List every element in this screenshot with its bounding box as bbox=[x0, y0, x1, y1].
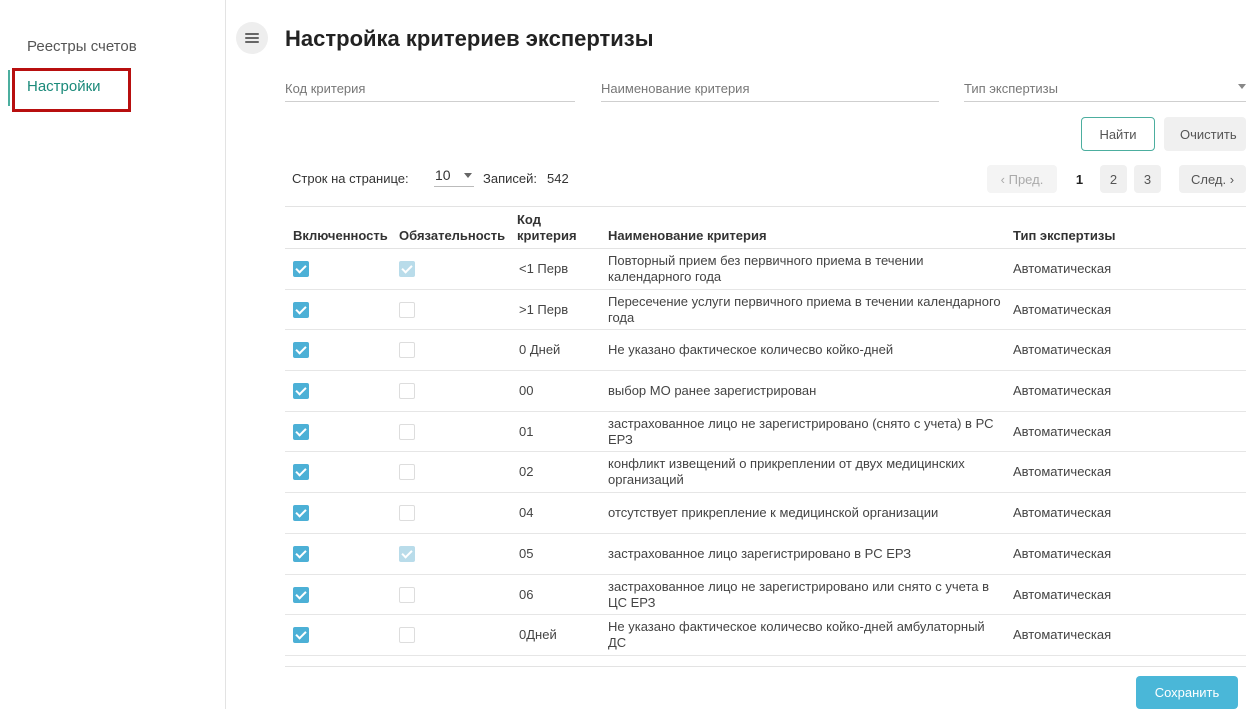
criterion-code-cell: 00 bbox=[519, 383, 534, 399]
hamburger-icon bbox=[245, 33, 259, 43]
enabled-checkbox[interactable] bbox=[293, 383, 309, 400]
criterion-name-cell: отсутствует прикрепление к медицинской о… bbox=[608, 505, 939, 521]
enabled-checkbox[interactable] bbox=[293, 261, 309, 277]
save-button[interactable]: Сохранить bbox=[1136, 676, 1238, 709]
find-button[interactable]: Найти bbox=[1081, 117, 1155, 151]
rows-per-page-value: 10 bbox=[435, 167, 451, 183]
criterion-name-cell: Пересечение услуги первичного приема в т… bbox=[608, 293, 1001, 325]
enabled-checkbox[interactable] bbox=[293, 423, 309, 440]
header-enabled[interactable]: Включенность bbox=[293, 228, 388, 244]
enabled-checkbox[interactable] bbox=[293, 586, 309, 603]
enabled-checkbox[interactable] bbox=[293, 301, 309, 318]
table-row: 02 конфликт извещений о прикреплении от д… bbox=[285, 452, 1246, 494]
table-row: 0 Дней Не указано фактическое количесво к… bbox=[285, 330, 1246, 372]
enabled-checkbox[interactable] bbox=[293, 505, 309, 522]
expertise-type-cell: Автоматическая bbox=[1013, 342, 1112, 358]
page-3-button[interactable]: 3 bbox=[1134, 165, 1161, 193]
expertise-type-cell: Автоматическая bbox=[1013, 301, 1112, 317]
criterion-code-cell: 06 bbox=[519, 586, 534, 602]
rows-per-page-select[interactable]: 10 bbox=[434, 165, 474, 187]
records-count: 542 bbox=[547, 171, 569, 186]
page-1-button[interactable]: 1 bbox=[1066, 165, 1093, 193]
header-code-line1: Код bbox=[517, 212, 541, 227]
chevron-down-icon bbox=[464, 173, 472, 178]
criterion-code-cell: 04 bbox=[519, 505, 534, 521]
expertise-type-cell: Автоматическая bbox=[1013, 261, 1112, 276]
criterion-name-field[interactable] bbox=[601, 78, 939, 102]
criterion-code-cell: 01 bbox=[519, 423, 534, 439]
table-bottom-divider bbox=[285, 666, 1246, 667]
page-title: Настройка критериев экспертизы bbox=[285, 26, 654, 51]
required-checkbox[interactable] bbox=[399, 545, 415, 562]
prev-page-button[interactable]: ‹ Пред. bbox=[987, 165, 1057, 193]
page-2-button[interactable]: 2 bbox=[1100, 165, 1127, 193]
expertise-type-cell: Автоматическая bbox=[1013, 586, 1112, 602]
criterion-name-cell: выбор МО ранее зарегистрирован bbox=[608, 383, 817, 399]
criterion-name-cell: застрахованное лицо не зарегистрировано … bbox=[608, 578, 990, 610]
records-label: Записей: bbox=[483, 171, 537, 186]
criterion-code-cell: >1 Перв bbox=[519, 301, 569, 317]
criterion-name-cell: Не указано фактическое количесво койко-д… bbox=[608, 342, 894, 358]
enabled-checkbox[interactable] bbox=[293, 545, 309, 562]
required-checkbox[interactable] bbox=[399, 586, 415, 603]
sidebar: Реестры счетов Настройки bbox=[0, 0, 226, 709]
expertise-type-cell: Автоматическая bbox=[1013, 505, 1112, 521]
table-row: 0Дней Не указано фактическое количесво ко… bbox=[285, 615, 1246, 656]
required-checkbox[interactable] bbox=[399, 464, 415, 481]
criterion-name-cell: Не указано фактическое количесво койко-д… bbox=[608, 619, 985, 651]
required-checkbox[interactable] bbox=[399, 423, 415, 440]
expertise-type-cell: Автоматическая bbox=[1013, 464, 1112, 480]
next-page-button[interactable]: След. › bbox=[1179, 165, 1246, 193]
criterion-name-cell: конфликт извещений о прикреплении от дву… bbox=[608, 456, 965, 488]
table-row: >1 Перв Пересечение услуги первичного при… bbox=[285, 290, 1246, 331]
table-row: 06 застрахованное лицо не зарегистрирован… bbox=[285, 575, 1246, 616]
header-type[interactable]: Тип экспертизы bbox=[1013, 228, 1115, 244]
sidebar-item-invoice-registries[interactable]: Реестры счетов bbox=[27, 38, 137, 55]
required-checkbox[interactable] bbox=[399, 301, 415, 318]
required-checkbox[interactable] bbox=[399, 627, 415, 644]
table-row: 00 выбор МО ранее зарегистрирован Автомати… bbox=[285, 371, 1246, 412]
criterion-code-cell: 0Дней bbox=[519, 627, 557, 643]
header-name[interactable]: Наименование критерия bbox=[608, 228, 767, 244]
required-checkbox[interactable] bbox=[399, 505, 415, 522]
expertise-type-select[interactable] bbox=[964, 78, 1246, 102]
criterion-code-cell: <1 Перв bbox=[519, 261, 569, 276]
active-indicator bbox=[8, 70, 10, 106]
menu-toggle-button[interactable] bbox=[236, 22, 268, 54]
rows-per-page-label: Строк на странице: bbox=[292, 171, 409, 186]
criterion-code-cell: 02 bbox=[519, 464, 534, 480]
criteria-table: Включенность Обязательность Код критерия… bbox=[285, 206, 1246, 656]
expertise-type-cell: Автоматическая bbox=[1013, 383, 1112, 399]
header-code-line2: критерия bbox=[517, 228, 577, 243]
chevron-down-icon bbox=[1238, 84, 1246, 89]
expertise-type-input[interactable] bbox=[964, 78, 1246, 98]
table-row: 01 застрахованное лицо не зарегистрирован… bbox=[285, 412, 1246, 453]
table-row: 05 застрахованное лицо зарегистрировано в… bbox=[285, 534, 1246, 575]
criterion-code-field[interactable] bbox=[285, 78, 575, 102]
highlight-frame bbox=[12, 68, 131, 112]
table-row: 04 отсутствует прикрепление к медицинской… bbox=[285, 493, 1246, 534]
table-header: Включенность Обязательность Код критерия… bbox=[285, 207, 1246, 249]
criterion-name-cell: Повторный прием без первичного приема в … bbox=[608, 253, 924, 284]
clear-button[interactable]: Очистить bbox=[1164, 117, 1246, 151]
expertise-type-cell: Автоматическая bbox=[1013, 423, 1112, 439]
table-body: <1 Перв Повторный прием без первичного пр… bbox=[285, 249, 1246, 656]
required-checkbox[interactable] bbox=[399, 383, 415, 400]
required-checkbox[interactable] bbox=[399, 342, 415, 359]
expertise-type-cell: Автоматическая bbox=[1013, 627, 1112, 643]
enabled-checkbox[interactable] bbox=[293, 464, 309, 481]
criterion-name-cell: застрахованное лицо зарегистрировано в Р… bbox=[608, 545, 912, 561]
criterion-name-input[interactable] bbox=[601, 78, 939, 98]
enabled-checkbox[interactable] bbox=[293, 627, 309, 644]
criterion-code-cell: 05 bbox=[519, 545, 534, 561]
header-required[interactable]: Обязательность bbox=[399, 228, 505, 244]
criterion-name-cell: застрахованное лицо не зарегистрировано … bbox=[608, 415, 994, 447]
table-row: <1 Перв Повторный прием без первичного пр… bbox=[285, 249, 1246, 290]
criterion-code-cell: 0 Дней bbox=[519, 342, 561, 358]
header-code[interactable]: Код критерия bbox=[517, 212, 577, 244]
required-checkbox[interactable] bbox=[399, 261, 415, 277]
expertise-type-cell: Автоматическая bbox=[1013, 545, 1112, 561]
enabled-checkbox[interactable] bbox=[293, 342, 309, 359]
criterion-code-input[interactable] bbox=[285, 78, 575, 98]
